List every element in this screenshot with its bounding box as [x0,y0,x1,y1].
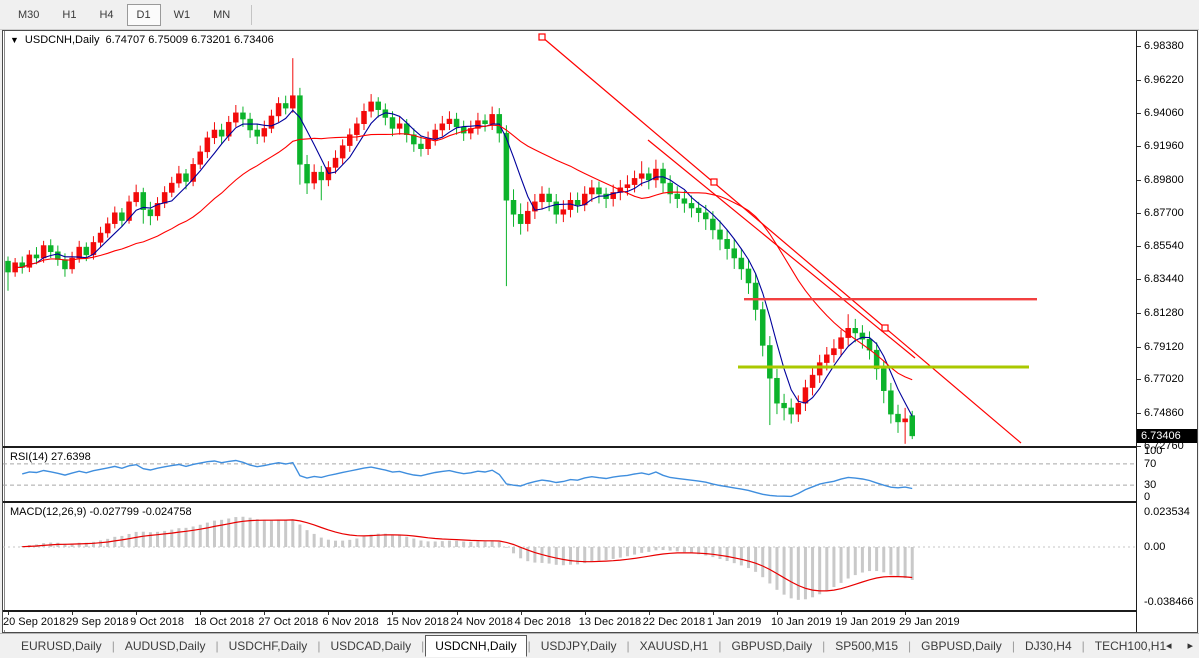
chart-title-symbol: USDCNH,Daily [25,34,100,46]
price-axis-label: 6.94060 [1144,107,1184,119]
price-axis-label: 6.83440 [1144,273,1184,285]
trendline-handle[interactable] [711,179,717,185]
indicator-axis-label: -0.038466 [1144,596,1194,608]
tab-usdcad-daily[interactable]: USDCAD,Daily [321,636,420,656]
date-tick [777,612,778,615]
date-axis-label: 29 Sep 2018 [66,616,128,628]
indicator-axis-label: 100 [1144,445,1162,457]
date-tick [713,612,714,615]
indicator-axis-label: 0 [1144,491,1150,503]
date-axis[interactable]: 20 Sep 201829 Sep 20189 Oct 2018 18 Oct 2… [3,612,1136,630]
indicator-axis-label: 0.00 [1144,541,1165,553]
rsi-canvas[interactable] [3,448,1136,501]
price-axis-label: 6.77020 [1144,373,1184,385]
chart-title: ▼ USDCNH,Daily 6.74707 6.75009 6.73201 6… [10,34,274,46]
price-axis-label: 6.85540 [1144,240,1184,252]
date-tick [457,612,458,615]
trendline-selected[interactable] [542,37,1021,443]
timeframe-toolbar: M30H1H4D1W1MN [0,0,1199,30]
tab-sp500-m15[interactable]: SP500,M15 [826,636,907,656]
date-axis-label: 18 Oct 2018 [194,616,254,628]
date-tick [841,612,842,615]
tab-usdjpy-daily[interactable]: USDJPY,Daily [532,636,626,656]
tab-gbpusd-daily[interactable]: GBPUSD,Daily [722,636,821,656]
tab-gbpusd-daily[interactable]: GBPUSD,Daily [912,636,1011,656]
date-axis-label: 20 Sep 2018 [3,616,65,628]
date-tick [72,612,73,615]
date-tick [649,612,650,615]
hline-support[interactable] [738,366,1029,369]
macd-panel: MACD(12,26,9) -0.027799 -0.024758 [3,503,1136,610]
rsi-line [22,461,912,497]
tab-audusd-daily[interactable]: AUDUSD,Daily [116,636,215,656]
price-axis-label: 6.87700 [1144,207,1184,219]
date-tick [136,612,137,615]
date-axis-label: 9 Oct 2018 [130,616,184,628]
timeframe-button-m30[interactable]: M30 [8,4,49,26]
date-axis-label: 10 Jan 2019 [771,616,832,628]
date-axis-label: 15 Nov 2018 [386,616,448,628]
macd-signal-line [22,520,912,591]
date-axis-label: 4 Dec 2018 [515,616,571,628]
date-tick [392,612,393,615]
timeframe-button-mn[interactable]: MN [203,4,240,26]
date-tick [8,612,9,615]
price-axis-label: 6.96220 [1144,74,1184,86]
date-axis-label: 29 Jan 2019 [899,616,960,628]
hline-resistance[interactable] [744,298,1037,300]
date-axis-label: 22 Dec 2018 [643,616,705,628]
date-axis-label: 24 Nov 2018 [451,616,513,628]
price-axis-label: 6.79120 [1144,341,1184,353]
tab-tech100-h1[interactable]: TECH100,H1 [1086,636,1175,656]
trendline-secondary[interactable] [648,140,915,358]
trendline-handle[interactable] [882,325,888,331]
chart-title-ohlc: 6.74707 6.75009 6.73201 6.73406 [105,34,273,46]
price-axis-label: 6.74860 [1144,407,1184,419]
date-axis-label: 1 Jan 2019 [707,616,761,628]
indicator-axis-label: 0.023534 [1144,506,1190,518]
tab-usdchf-daily[interactable]: USDCHF,Daily [220,636,317,656]
rsi-panel: RSI(14) 27.6398 [3,448,1136,501]
price-axis-label: 6.81280 [1144,307,1184,319]
tab-eurusd-daily[interactable]: EURUSD,Daily [12,636,111,656]
main-price-panel: ▼ USDCNH,Daily 6.74707 6.75009 6.73201 6… [3,31,1136,446]
chart-tabbar: EURUSD,Daily|AUDUSD,Daily|USDCHF,Daily|U… [0,633,1199,658]
date-axis-label: 19 Jan 2019 [835,616,896,628]
tab-usdcnh-daily[interactable]: USDCNH,Daily [425,635,526,657]
date-tick [905,612,906,615]
indicator-axis-label: 70 [1144,458,1156,470]
toolbar-separator [251,5,252,25]
timeframe-button-h1[interactable]: H1 [52,4,86,26]
main-chart-canvas[interactable] [3,31,1136,446]
macd-canvas[interactable] [3,503,1136,610]
price-axis-label: 6.98380 [1144,40,1184,52]
price-axis-label: 6.91960 [1144,140,1184,152]
date-tick [585,612,586,615]
symbol-dropdown-icon[interactable]: ▼ [10,35,19,45]
tab-xauusd-h1[interactable]: XAUUSD,H1 [631,636,718,656]
overlay-ma-slow [15,125,912,380]
date-axis-label: 27 Oct 2018 [258,616,318,628]
rsi-label: RSI(14) 27.6398 [10,451,91,463]
overlay-ma-fast [15,110,912,416]
date-tick [200,612,201,615]
date-axis-label: 13 Dec 2018 [579,616,641,628]
chart-window: ▼ USDCNH,Daily 6.74707 6.75009 6.73201 6… [2,30,1198,633]
tab-dj30-h4[interactable]: DJ30,H4 [1016,636,1081,656]
date-tick [328,612,329,615]
price-axis-label: 6.89800 [1144,174,1184,186]
macd-label: MACD(12,26,9) -0.027799 -0.024758 [10,506,192,518]
application-window: M30H1H4D1W1MN ▼ USDCNH,Daily 6.74707 6.7… [0,0,1199,658]
date-tick [521,612,522,615]
timeframe-button-d1[interactable]: D1 [127,4,161,26]
tab-scroll-left-icon[interactable]: ◂ [1166,639,1172,652]
date-axis-label: 6 Nov 2018 [322,616,378,628]
timeframe-button-h4[interactable]: H4 [89,4,123,26]
indicator-axis-label: 30 [1144,479,1156,491]
tab-scroll-right-icon[interactable]: ▸ [1187,639,1193,652]
trendline-handle[interactable] [539,34,545,40]
timeframe-button-w1[interactable]: W1 [164,4,201,26]
price-axis[interactable]: 6.73406 6.983806.962206.940606.919606.89… [1136,31,1197,632]
date-tick [264,612,265,615]
